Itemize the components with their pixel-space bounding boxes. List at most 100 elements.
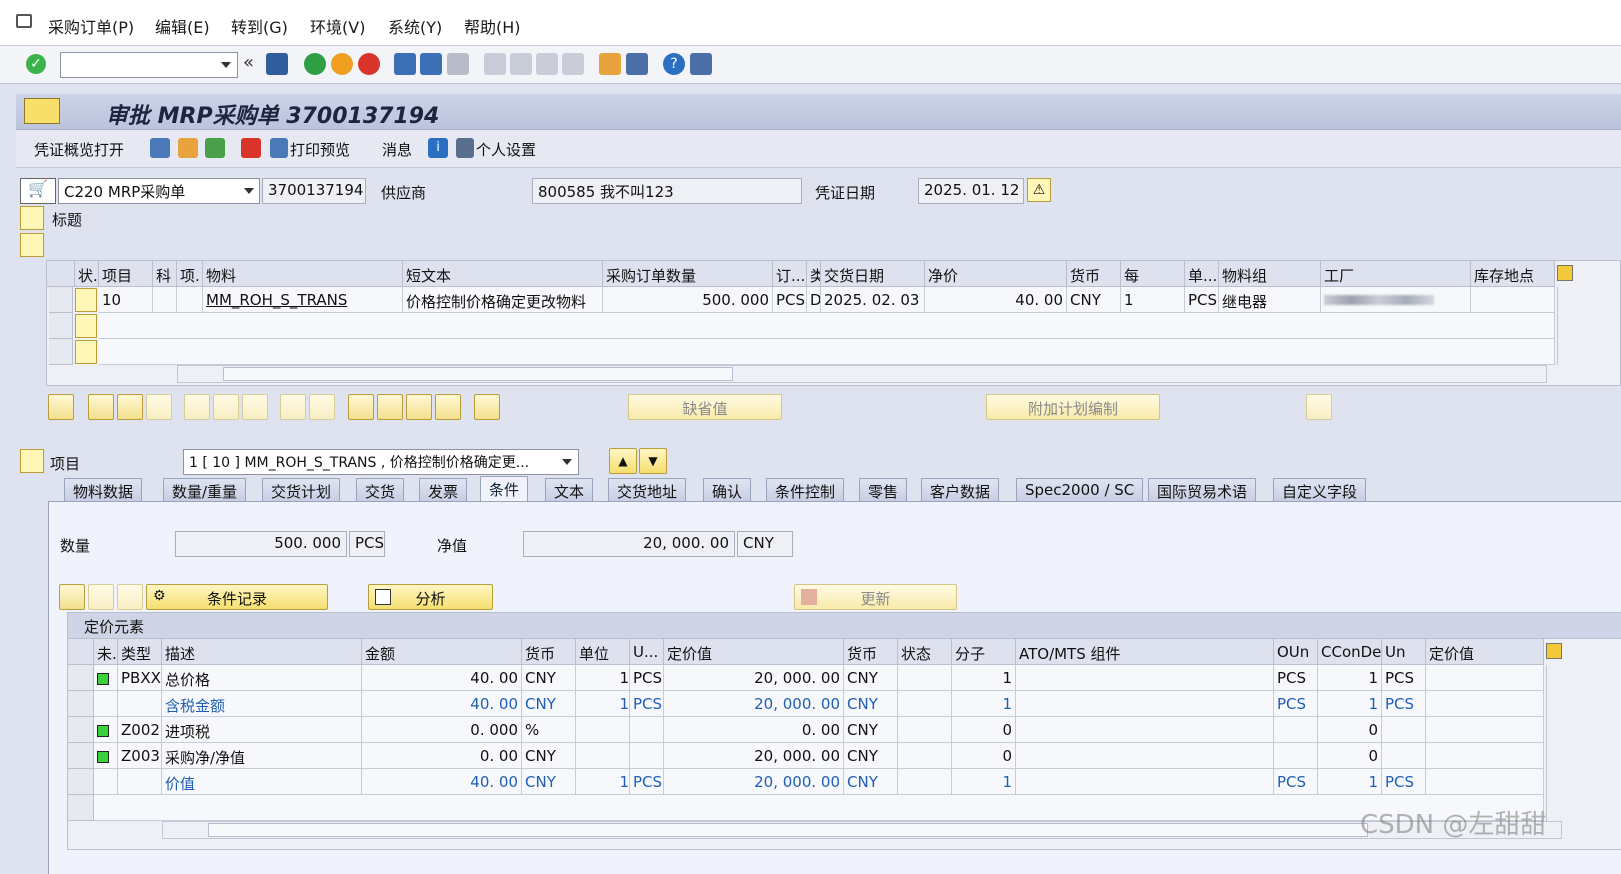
pcol-value-currency[interactable]: 货币 bbox=[844, 639, 898, 665]
pcell-value-currency[interactable]: CNY bbox=[844, 665, 898, 691]
pcol-status[interactable]: 未. bbox=[94, 639, 118, 665]
enter-check-icon[interactable]: ✓ bbox=[26, 54, 46, 74]
pcell-state[interactable] bbox=[898, 717, 952, 743]
personal-settings-icon[interactable] bbox=[456, 138, 474, 158]
pcell-uom[interactable]: PCS bbox=[630, 769, 664, 795]
col-po-qty[interactable]: 采购订单数量 bbox=[603, 261, 773, 287]
tab-texts[interactable]: 文本 bbox=[545, 478, 594, 502]
addl-planning-button[interactable]: 附加计划编制 bbox=[986, 394, 1160, 420]
pcell-cond-value-2[interactable] bbox=[1426, 665, 1544, 691]
print-preview-icon[interactable] bbox=[241, 138, 261, 158]
lock-button[interactable] bbox=[213, 394, 239, 420]
col-status[interactable]: 状. bbox=[75, 261, 99, 287]
pcell-state[interactable] bbox=[898, 769, 952, 795]
back-double-arrow-icon[interactable]: « bbox=[243, 52, 254, 73]
item-detail-collapse-icon[interactable] bbox=[20, 449, 44, 473]
command-field[interactable] bbox=[60, 52, 238, 78]
acct-cell[interactable] bbox=[153, 287, 177, 313]
copy-button[interactable] bbox=[280, 394, 306, 420]
tab-delivery[interactable]: 交货 bbox=[356, 478, 405, 502]
find-icon[interactable] bbox=[420, 53, 442, 75]
cancel-icon[interactable] bbox=[358, 53, 380, 75]
column-config-icon[interactable] bbox=[1557, 265, 1573, 281]
pcell-oun[interactable]: PCS bbox=[1274, 769, 1318, 795]
row-selector[interactable] bbox=[49, 339, 73, 365]
pcell-status[interactable] bbox=[94, 665, 118, 691]
pcell-type[interactable]: Z003 bbox=[118, 743, 162, 769]
delivery-date-cell[interactable]: 2025. 02. 03 bbox=[821, 287, 925, 313]
chevron-down-icon[interactable] bbox=[244, 188, 254, 194]
condition-record-button[interactable]: ⚙ 条件记录 bbox=[146, 584, 328, 610]
add-row-button[interactable] bbox=[88, 394, 114, 420]
unit-cell[interactable]: PCS bbox=[1185, 287, 1219, 313]
cond-add-button[interactable] bbox=[88, 584, 114, 610]
pcol-desc[interactable]: 描述 bbox=[162, 639, 362, 665]
pcell-oun[interactable] bbox=[1274, 717, 1318, 743]
paste-row-button[interactable] bbox=[146, 394, 172, 420]
copy-row-button[interactable] bbox=[117, 394, 143, 420]
vertical-scrollbar[interactable] bbox=[1546, 665, 1562, 821]
pcell-type[interactable]: PBXX bbox=[118, 665, 162, 691]
pcell-ccon[interactable]: 0 bbox=[1318, 743, 1382, 769]
pcell-un[interactable]: PCS bbox=[1382, 665, 1426, 691]
pcell-cond-value-2[interactable] bbox=[1426, 691, 1544, 717]
pcell-amount[interactable]: 40. 00 bbox=[362, 665, 522, 691]
pcell-value-currency[interactable]: CNY bbox=[844, 769, 898, 795]
pcell-numerator[interactable]: 1 bbox=[952, 691, 1016, 717]
pcell-desc[interactable]: 采购净/净值 bbox=[162, 743, 362, 769]
pcell-oun[interactable]: PCS bbox=[1274, 665, 1318, 691]
col-net-price[interactable]: 净价 bbox=[925, 261, 1067, 287]
pcell-state[interactable] bbox=[898, 743, 952, 769]
menu-environment[interactable]: 环境(V) bbox=[310, 14, 365, 38]
pcell-value-currency[interactable]: CNY bbox=[844, 717, 898, 743]
pcell-un[interactable]: PCS bbox=[1382, 691, 1426, 717]
column-config-icon[interactable] bbox=[1546, 643, 1562, 659]
pcell-numerator[interactable]: 0 bbox=[952, 717, 1016, 743]
paste-button[interactable] bbox=[309, 394, 335, 420]
row-selector[interactable] bbox=[68, 795, 94, 821]
short-text-cell[interactable]: 价格控制价格确定更改物料 bbox=[403, 287, 603, 313]
shortcut-icon[interactable] bbox=[626, 53, 648, 75]
new-session-icon[interactable] bbox=[599, 53, 621, 75]
type-cell[interactable]: D bbox=[807, 287, 821, 313]
pcell-cond-value[interactable]: 20, 000. 00 bbox=[664, 665, 844, 691]
pcell-currency[interactable]: % bbox=[522, 717, 576, 743]
pcell-ato-mts[interactable] bbox=[1016, 769, 1274, 795]
chevron-down-icon[interactable] bbox=[221, 62, 231, 68]
net-currency-field[interactable]: CNY bbox=[737, 531, 793, 557]
pcell-numerator[interactable]: 0 bbox=[952, 743, 1016, 769]
print-icon[interactable] bbox=[394, 53, 416, 75]
info-icon[interactable]: i bbox=[428, 138, 448, 158]
pcell-status[interactable] bbox=[94, 717, 118, 743]
pcell-ccon[interactable]: 1 bbox=[1318, 691, 1382, 717]
per-cell[interactable]: 1 bbox=[1121, 287, 1185, 313]
pcell-desc[interactable]: 总价格 bbox=[162, 665, 362, 691]
row-selector[interactable] bbox=[68, 769, 94, 795]
pcell-cond-value[interactable]: 20, 000. 00 bbox=[664, 769, 844, 795]
pcell-amount[interactable]: 40. 00 bbox=[362, 691, 522, 717]
pcol-type[interactable]: 类型 bbox=[118, 639, 162, 665]
pcell-uom[interactable] bbox=[630, 717, 664, 743]
row-selector[interactable] bbox=[68, 743, 94, 769]
vertical-scrollbar[interactable] bbox=[1557, 287, 1573, 365]
empty-row-cell[interactable] bbox=[99, 313, 1555, 339]
doc-type-select[interactable]: C220 MRP采购单 bbox=[58, 178, 260, 204]
attachment-button[interactable] bbox=[474, 394, 500, 420]
plant-cell[interactable] bbox=[1321, 287, 1471, 313]
pcell-status[interactable] bbox=[94, 743, 118, 769]
pcell-un[interactable] bbox=[1382, 717, 1426, 743]
service-button[interactable] bbox=[1306, 394, 1332, 420]
pcell-ccon[interactable]: 0 bbox=[1318, 717, 1382, 743]
net-value-field[interactable]: 20, 000. 00 bbox=[523, 531, 735, 557]
pcell-amount[interactable]: 0. 000 bbox=[362, 717, 522, 743]
tab-material-data[interactable]: 物料数据 bbox=[64, 478, 143, 502]
display-change-icon[interactable] bbox=[150, 138, 170, 158]
status-cell[interactable] bbox=[75, 340, 97, 364]
col-storage-loc[interactable]: 库存地点 bbox=[1471, 261, 1555, 287]
col-acct[interactable]: 科 bbox=[153, 261, 177, 287]
col-plant[interactable]: 工厂 bbox=[1321, 261, 1471, 287]
pcell-cond-value[interactable]: 20, 000. 00 bbox=[664, 691, 844, 717]
col-per[interactable]: 每 bbox=[1121, 261, 1185, 287]
pcell-ato-mts[interactable] bbox=[1016, 743, 1274, 769]
tab-confirmations[interactable]: 确认 bbox=[703, 478, 752, 502]
